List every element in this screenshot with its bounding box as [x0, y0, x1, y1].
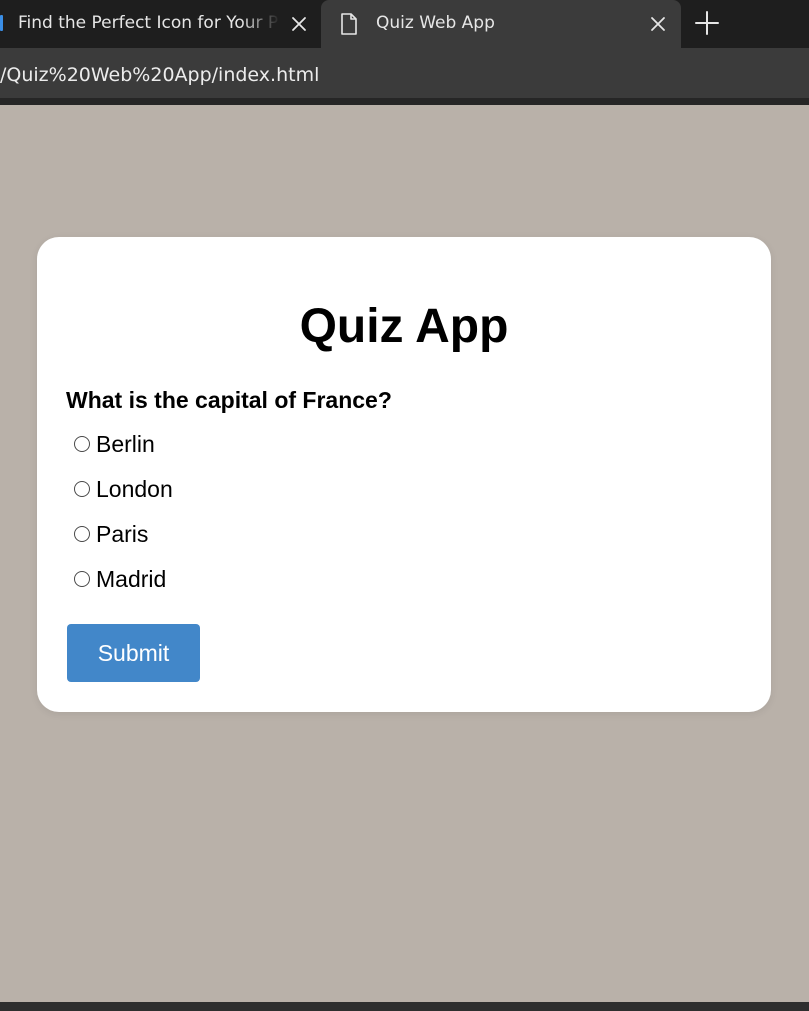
window-bottom-border: [0, 1002, 809, 1011]
page-title: Quiz App: [299, 300, 509, 353]
option-label: Madrid: [96, 566, 167, 592]
radio-button[interactable]: [74, 481, 90, 497]
address-url[interactable]: /Quiz%20Web%20App/index.html: [0, 64, 319, 86]
toolbar-divider: [0, 98, 809, 105]
question-text: What is the capital of France?: [66, 387, 392, 413]
option-label: Berlin: [96, 431, 155, 457]
option-madrid[interactable]: Madrid: [74, 565, 166, 593]
tab-title: Find the Perfect Icon for Your Project: [18, 13, 280, 33]
option-london[interactable]: London: [74, 475, 173, 503]
quiz-card: Quiz App What is the capital of France? …: [37, 237, 771, 712]
new-tab-plus-icon[interactable]: [694, 10, 720, 36]
radio-button[interactable]: [74, 571, 90, 587]
tab-favicon-icon: [0, 15, 3, 31]
tab-find-the-perfect-icon[interactable]: Find the Perfect Icon for Your Project: [0, 0, 320, 48]
radio-button[interactable]: [74, 526, 90, 542]
option-label: London: [96, 476, 173, 502]
tab-bar: Find the Perfect Icon for Your Project Q…: [0, 0, 809, 48]
close-tab-icon[interactable]: [647, 13, 669, 35]
page-icon: [339, 12, 359, 36]
option-label: Paris: [96, 521, 149, 547]
option-berlin[interactable]: Berlin: [74, 430, 155, 458]
tab-quiz-web-app[interactable]: Quiz Web App: [321, 0, 681, 48]
tab-title: Quiz Web App: [376, 13, 495, 33]
submit-button[interactable]: Submit: [67, 624, 200, 682]
radio-button[interactable]: [74, 436, 90, 452]
close-tab-icon[interactable]: [288, 13, 310, 35]
option-paris[interactable]: Paris: [74, 520, 148, 548]
address-bar[interactable]: /Quiz%20Web%20App/index.html: [0, 48, 809, 98]
